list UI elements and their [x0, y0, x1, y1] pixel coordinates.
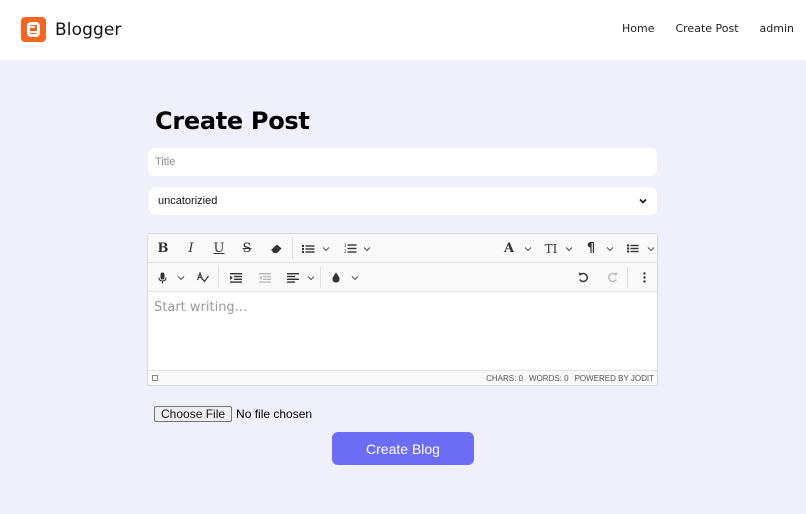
color-drop-icon[interactable] [331, 270, 341, 285]
title-input[interactable] [148, 148, 657, 176]
category-selected-value: uncatorizied [158, 195, 218, 207]
strikethrough-button[interactable]: S [241, 241, 253, 256]
page-title: Create Post [155, 107, 310, 135]
svg-text:2: 2 [344, 249, 347, 254]
font-family-button[interactable]: A [503, 241, 515, 256]
editor-statusbar: CHARS: 0 WORDS: 0 POWERED BY JODIT [148, 370, 657, 385]
outdent-icon[interactable] [258, 270, 271, 285]
list-style-icon[interactable] [626, 241, 639, 256]
brand-name: Blogger [55, 19, 122, 40]
editor-toolbar-row-1: B I U S 12 A TI ¶ [148, 234, 657, 263]
more-options-icon[interactable] [639, 270, 649, 285]
font-size-button[interactable]: TI [544, 241, 558, 256]
char-count: CHARS: 0 [486, 374, 524, 383]
chevron-down-icon[interactable] [176, 270, 186, 285]
chevron-down-icon[interactable] [523, 241, 533, 256]
create-blog-button[interactable]: Create Blog [332, 432, 474, 465]
category-select[interactable]: uncatorizied [149, 187, 657, 215]
choose-file-button[interactable]: Choose File [154, 406, 233, 422]
svg-text:1: 1 [344, 243, 347, 248]
chevron-down-icon[interactable] [605, 241, 615, 256]
eraser-icon[interactable] [269, 241, 283, 256]
nav-links: Home Create Post admin [622, 22, 794, 35]
editor-toolbar-row-2 [148, 263, 657, 292]
powered-by-link[interactable]: POWERED BY JODIT [575, 374, 654, 383]
spellcheck-icon[interactable] [197, 270, 209, 285]
undo-icon[interactable] [577, 270, 589, 285]
nav-home-link[interactable]: Home [622, 22, 654, 35]
italic-button[interactable]: I [185, 241, 197, 256]
redo-icon[interactable] [606, 270, 618, 285]
navbar: Blogger Home Create Post admin [0, 0, 806, 60]
paragraph-button[interactable]: ¶ [585, 241, 597, 256]
brand[interactable]: Blogger [21, 17, 122, 42]
indent-icon[interactable] [229, 270, 242, 285]
toolbar-divider [218, 267, 219, 288]
file-status: No file chosen [236, 407, 313, 421]
editor-placeholder: Start writing... [154, 300, 248, 315]
chevron-down-icon [639, 198, 647, 204]
chevron-down-icon[interactable] [362, 241, 372, 256]
nav-create-post-link[interactable]: Create Post [675, 22, 738, 35]
blogger-logo-icon [21, 17, 46, 42]
numbered-list-icon[interactable]: 12 [343, 241, 357, 256]
file-upload: Choose File No file chosen [154, 406, 312, 422]
chevron-down-icon[interactable] [321, 241, 331, 256]
bold-button[interactable]: B [157, 241, 169, 256]
chevron-down-icon[interactable] [646, 241, 656, 256]
editor-content-area[interactable]: Start writing... [148, 292, 657, 370]
chevron-down-icon[interactable] [350, 270, 360, 285]
rich-text-editor: B I U S 12 A TI ¶ Start writing... CHARS… [147, 233, 658, 386]
align-left-icon[interactable] [286, 270, 299, 285]
toolbar-divider [627, 267, 628, 288]
underline-button[interactable]: U [213, 241, 225, 256]
nav-user-link[interactable]: admin [760, 22, 794, 35]
microphone-icon[interactable] [157, 270, 167, 285]
chevron-down-icon[interactable] [564, 241, 574, 256]
toolbar-divider [320, 267, 321, 288]
toolbar-divider [292, 238, 293, 259]
chevron-down-icon[interactable] [306, 270, 316, 285]
word-count: WORDS: 0 [529, 374, 569, 383]
bulleted-list-icon[interactable] [301, 241, 315, 256]
resize-handle-icon[interactable] [152, 375, 158, 381]
